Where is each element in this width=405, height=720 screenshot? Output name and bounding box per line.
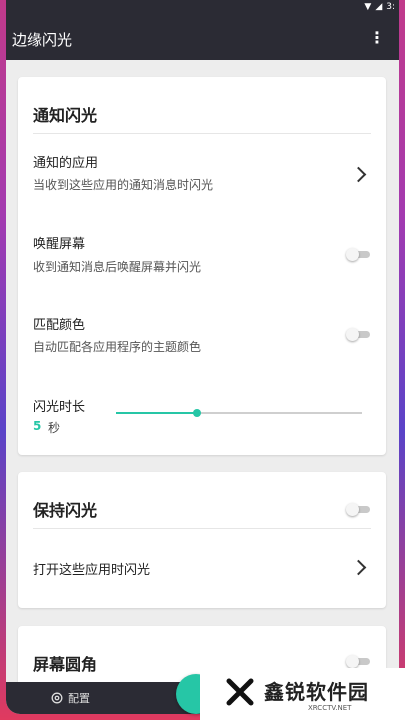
wake-screen-toggle[interactable] bbox=[346, 247, 370, 261]
chevron-right-icon bbox=[350, 559, 367, 576]
flash-duration-value: 5 bbox=[33, 419, 42, 433]
card-title-corner: 屏幕圆角 bbox=[33, 655, 98, 674]
match-color-toggle[interactable] bbox=[346, 327, 370, 341]
wake-screen-title: 唤醒屏幕 bbox=[33, 237, 86, 252]
flash-duration-slider[interactable] bbox=[116, 406, 362, 420]
status-time: 3: bbox=[386, 2, 395, 12]
notify-apps-row[interactable]: 通知的应用 当收到这些应用的通知消息时闪光 bbox=[18, 147, 386, 203]
screen-corner-toggle[interactable] bbox=[346, 654, 370, 668]
watermark-site: XRCCTV.NET bbox=[308, 704, 352, 712]
slider-knob[interactable] bbox=[193, 409, 202, 417]
wake-screen-row: 唤醒屏幕 收到通知消息后唤醒屏幕并闪光 bbox=[18, 229, 386, 281]
flash-duration-title: 闪光时长 bbox=[33, 400, 86, 415]
match-color-row: 匹配颜色 自动匹配各应用程序的主题颜色 bbox=[18, 311, 386, 363]
match-color-title: 匹配颜色 bbox=[33, 318, 86, 333]
app-screen: ▼ ◢ 3: 边缘闪光 ⋮ 通知闪光 通知的应用 当收到这些应用的通知消息时闪光… bbox=[6, 0, 399, 714]
keep-flash-card: 保持闪光 打开这些应用时闪光 bbox=[18, 472, 386, 608]
flash-duration-unit: 秒 bbox=[48, 421, 61, 435]
card-title-notify: 通知闪光 bbox=[33, 106, 98, 125]
gear-icon bbox=[51, 692, 63, 704]
app-bar: 边缘闪光 ⋮ bbox=[6, 16, 399, 60]
nav-config-button[interactable]: 配置 bbox=[50, 690, 90, 706]
nav-config-label: 配置 bbox=[68, 692, 90, 705]
notify-apps-title: 通知的应用 bbox=[33, 156, 99, 171]
wake-screen-subtitle: 收到通知消息后唤醒屏幕并闪光 bbox=[33, 260, 202, 274]
keep-flash-toggle[interactable] bbox=[346, 502, 370, 516]
status-bar: ▼ ◢ 3: bbox=[6, 0, 399, 16]
divider bbox=[33, 133, 371, 134]
watermark-brand: 鑫锐软件园 bbox=[264, 680, 369, 704]
keep-flash-apps-row[interactable]: 打开这些应用时闪光 bbox=[18, 544, 386, 592]
keep-flash-apps-label: 打开这些应用时闪光 bbox=[33, 563, 151, 578]
wifi-icon: ▼ bbox=[364, 2, 372, 12]
chevron-right-icon bbox=[350, 166, 367, 183]
notify-apps-subtitle: 当收到这些应用的通知消息时闪光 bbox=[33, 178, 214, 192]
card-title-keep: 保持闪光 bbox=[33, 501, 98, 520]
divider bbox=[33, 528, 371, 529]
brand-logo-icon bbox=[226, 678, 254, 706]
match-color-subtitle: 自动匹配各应用程序的主题颜色 bbox=[33, 340, 202, 354]
more-menu-icon[interactable]: ⋮ bbox=[369, 28, 385, 47]
watermark: 鑫锐软件园 XRCCTV.NET bbox=[200, 668, 405, 720]
notify-flash-card: 通知闪光 通知的应用 当收到这些应用的通知消息时闪光 唤醒屏幕 收到通知消息后唤… bbox=[18, 77, 386, 455]
app-title: 边缘闪光 bbox=[12, 31, 73, 49]
flash-duration-row: 闪光时长 5 秒 bbox=[18, 393, 386, 437]
signal-icon: ◢ bbox=[375, 2, 383, 12]
